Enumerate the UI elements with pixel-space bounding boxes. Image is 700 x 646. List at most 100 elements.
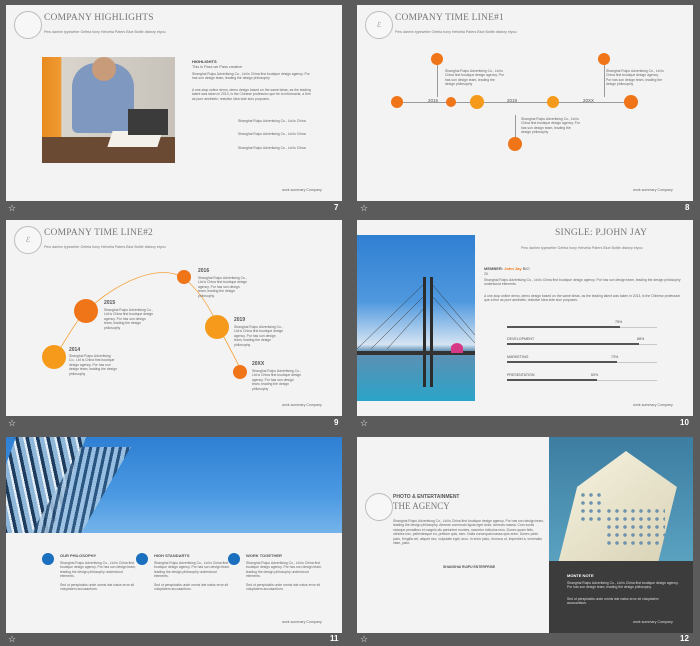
slide-8[interactable]: ℰ COMPANY TIME LINE#1 Pew danhm typewrit… — [357, 5, 693, 201]
slide-10-photo — [357, 235, 475, 401]
slide-10-title: SINGLE: P.JOHN JAY — [555, 228, 648, 238]
slide-7-star-icon: ☆ — [8, 203, 17, 213]
slide-8-year-2: 2019 — [507, 98, 518, 103]
slide-9-year-2014: 2014 — [69, 347, 81, 353]
slide-11-col-1-heading: OUR PHILOSOPHY — [60, 553, 97, 558]
slide-12-photo — [549, 437, 693, 561]
slide-10-member-sub: 25 — [484, 272, 488, 276]
slide-8-number: 8 — [685, 203, 690, 212]
slide-10-member-label: MEMBER: — [484, 266, 504, 271]
slide-10-member: MEMBER: John Jay BIO — [484, 266, 530, 271]
slide-10-skill-pct: 60% — [591, 373, 599, 377]
slide-10-skill: DEVELOPMENT 88% — [507, 337, 657, 347]
slide-11-col-3-text: Shanghai Ruipu Advertising Co., Ltd is C… — [246, 561, 322, 579]
slide-7-para-2: A one-stop online demo, demo design base… — [192, 88, 311, 101]
slide-7-subtitle: Pew danhm typewriter Gefeia hony Helveti… — [44, 30, 166, 34]
slide-12-title: THE AGENCY — [393, 501, 450, 511]
slide-10[interactable]: SINGLE: P.JOHN JAY Pew danhm typewriter … — [357, 220, 693, 416]
slide-7-heading: HIGHLIGHTS — [192, 59, 217, 64]
slide-11-col-1: OUR PHILOSOPHY Shanghai Ruipu Advertisin… — [42, 549, 136, 609]
slide-10-footer: work summary Company — [633, 403, 673, 407]
slide-12-star-icon: ☆ — [360, 634, 369, 644]
slide-7-title: COMPANY HIGHLIGHTS — [44, 13, 154, 23]
slide-10-star-icon: ☆ — [360, 418, 369, 428]
slide-9-dot-2016 — [177, 270, 191, 284]
slide-8-dot-3 — [470, 95, 484, 109]
slide-9[interactable]: ℰ COMPANY TIME LINE#2 Pew danhm typewrit… — [6, 220, 342, 416]
slide-7-photo — [42, 57, 175, 163]
slide-8-text-2: Shanghai Ruipu Advertising Co., Ltd is C… — [521, 117, 580, 135]
slide-9-dot-2019 — [205, 315, 229, 339]
slide-10-skill-pct: 88% — [637, 337, 645, 341]
slide-8-dot-2 — [446, 97, 456, 107]
slide-9-year-2016: 2016 — [198, 268, 210, 274]
slide-8-dot-4 — [547, 96, 559, 108]
slide-11-star-icon: ☆ — [8, 634, 17, 644]
slide-11-col-1-dot — [42, 553, 54, 565]
slide-12[interactable]: PHOTO & ENTERTAINMENT THE AGENCY Shangha… — [357, 437, 693, 633]
slide-10-skill: MARKETING 73% — [507, 355, 657, 365]
slide-11-col-3: WORK TOGETHER Shanghai Ruipu Advertising… — [228, 549, 322, 609]
slide-8-star-icon: ☆ — [360, 203, 369, 213]
slide-11[interactable]: OUR PHILOSOPHY Shanghai Ruipu Advertisin… — [6, 437, 342, 633]
slide-9-text-20xx: Shanghai Ruipu Advertising Co., Ltd is C… — [252, 369, 302, 391]
slide-7-para-3: Shanghai Ruipu Advertising Co., Ltd is C… — [238, 119, 306, 123]
slide-11-footer: work summary Company — [282, 620, 322, 624]
slide-12-logo-ring — [365, 493, 393, 521]
slide-10-skill: PRESENTATION 60% — [507, 373, 657, 383]
slide-11-col-2-heading: HIGH STANDARTS — [154, 553, 190, 558]
slide-12-box-heading: MONTE NOTE — [567, 573, 594, 578]
slide-11-col-1-text: Shanghai Ruipu Advertising Co., Ltd is C… — [60, 561, 136, 579]
slide-10-skill-pct: 75% — [615, 320, 623, 324]
slide-7-number: 7 — [334, 203, 339, 212]
slide-11-col-2-dot — [136, 553, 148, 565]
slide-10-skills: 75% DEVELOPMENT 88% MARKETING 73% PRESEN… — [507, 320, 657, 384]
slide-8-branch-3 — [604, 63, 605, 97]
slide-8-top-dot-1 — [431, 53, 443, 65]
slide-12-signature: SHANGHAI RUIPU ENTERPRISE — [443, 565, 496, 569]
slide-9-dot-2014 — [42, 345, 66, 369]
slide-12-para: Shanghai Ruipu Advertising Co., Ltd is C… — [393, 519, 544, 546]
slide-10-skill-label: DEVELOPMENT — [507, 337, 535, 341]
slide-8-footer: work summary Company — [633, 188, 673, 192]
slide-8-dot-5 — [624, 95, 638, 109]
slide-8-top-dot-3 — [598, 53, 610, 65]
slide-11-col-3-text-2: Sed ut perspiciatis unde omnis iste natu… — [246, 583, 321, 592]
slide-10-skill-label: PRESENTATION — [507, 373, 535, 377]
slide-9-dot-2015 — [74, 299, 98, 323]
slide-7-para-5: Shanghai Ruipu Advertising Co., Ltd is C… — [238, 146, 306, 150]
slide-8-dot-1 — [391, 96, 403, 108]
slide-10-skill-pct: 73% — [611, 355, 619, 359]
slide-8-year-3: 20XX — [583, 98, 595, 103]
slide-9-text-2015: Shanghai Ruipu Advertising Co., Ltd is C… — [104, 308, 154, 330]
slide-10-para-2: A one-stop online demo, demo design base… — [484, 294, 681, 303]
slide-11-col-2-text: Shanghai Ruipu Advertising Co., Ltd is C… — [154, 561, 230, 579]
slide-7-logo-ring — [14, 11, 42, 39]
slide-8-subtitle: Pew danhm typewriter Gefeia hony Helveti… — [395, 30, 517, 34]
slide-10-skill: 75% — [507, 320, 657, 330]
slide-7-footer: work summary Company — [282, 188, 322, 192]
slide-8-branch-1 — [437, 63, 438, 97]
slide-10-skill-fill — [507, 361, 617, 363]
slide-9-year-2019: 2019 — [234, 317, 246, 323]
slide-11-col-2-text-2: Sed ut perspiciatis unde omnis iste natu… — [154, 583, 229, 592]
slide-8-logo-ring: ℰ — [365, 11, 393, 39]
slide-11-col-2: HIGH STANDARTS Shanghai Ruipu Advertisin… — [136, 549, 230, 609]
slide-10-member-name: John Jay — [504, 266, 522, 271]
slide-9-star-icon: ☆ — [8, 418, 17, 428]
slide-11-col-1-text-2: Sed ut perspiciatis unde omnis iste natu… — [60, 583, 135, 592]
slide-11-col-3-heading: WORK TOGETHER — [246, 553, 282, 558]
slide-12-number: 12 — [680, 634, 689, 643]
slide-9-text-2014: Shanghai Ruipu Advertising Co., Ltd is C… — [69, 354, 117, 376]
slide-12-kicker: PHOTO & ENTERTAINMENT — [393, 494, 460, 500]
slide-8-text-3: Shanghai Ruipu Advertising Co., Ltd is C… — [606, 69, 664, 87]
slide-10-skill-label: MARKETING — [507, 355, 529, 359]
slide-12-box-text: Shanghai Ruipu Advertising Co., Ltd is C… — [567, 581, 679, 590]
slide-11-number: 11 — [330, 634, 339, 643]
slide-10-skill-fill — [507, 379, 597, 381]
slide-9-year-2015: 2015 — [104, 300, 116, 306]
slide-8-text-1: Shanghai Ruipu Advertising Co., Ltd is C… — [445, 69, 504, 87]
slide-9-year-20xx: 20XX — [252, 361, 265, 367]
slide-7[interactable]: COMPANY HIGHLIGHTS Pew danhm typewriter … — [6, 5, 342, 201]
slide-9-dot-20xx — [233, 365, 247, 379]
